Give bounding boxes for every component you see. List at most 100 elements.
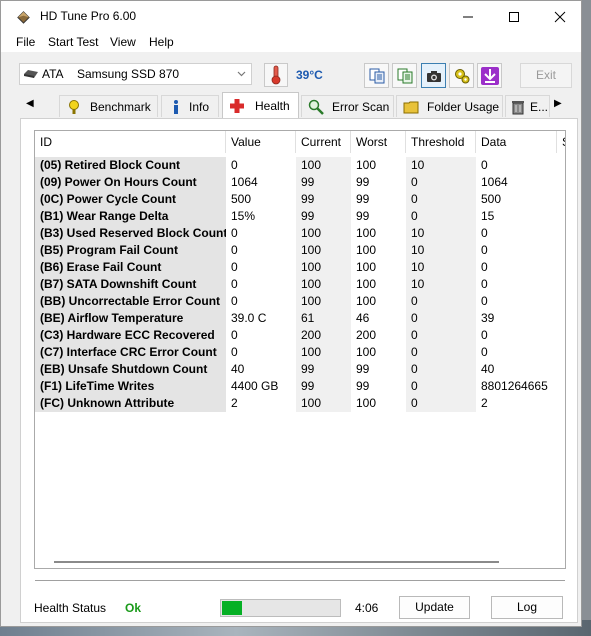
table-row[interactable]: (EB) Unsafe Shutdown Count 40 99 99 0 40 xyxy=(35,361,565,378)
table-row[interactable]: (BE) Airflow Temperature 39.0 C 61 46 0 39 xyxy=(35,310,565,327)
camera-icon xyxy=(426,70,441,82)
table-row[interactable]: (09) Power On Hours Count 1064 99 99 0 1064 xyxy=(35,174,565,191)
table-row[interactable]: (FC) Unknown Attribute 2 100 100 0 2 xyxy=(35,395,565,412)
status-cell xyxy=(557,344,565,361)
table-cell: 0 xyxy=(481,260,488,274)
progress-fill xyxy=(222,601,242,615)
column-header-value[interactable]: Value xyxy=(226,131,296,153)
menu-help[interactable]: Help xyxy=(149,35,174,49)
column-header-id[interactable]: ID xyxy=(35,131,226,153)
scrollbar-thumb[interactable] xyxy=(54,561,499,563)
tab-erase[interactable]: E... xyxy=(505,95,550,117)
status-cell xyxy=(557,395,565,412)
table-cell: (B1) Wear Range Delta xyxy=(35,208,226,225)
table-row[interactable]: (0C) Power Cycle Count 500 99 99 0 500 xyxy=(35,191,565,208)
table-cell: 40 xyxy=(231,362,245,376)
table-cell: 0 xyxy=(406,310,476,327)
tab-scroll-right-icon[interactable]: ▶ xyxy=(554,98,562,109)
menu-file[interactable]: File xyxy=(16,35,35,49)
save-button[interactable] xyxy=(477,63,502,88)
table-cell: (BE) Airflow Temperature xyxy=(35,310,226,327)
table-cell: (B5) Program Fail Count xyxy=(35,242,226,259)
table-cell: 100 xyxy=(356,158,377,172)
table-row[interactable]: (B3) Used Reserved Block Count 0 100 100 10 0 xyxy=(35,225,565,242)
drive-name: Samsung SSD 870 xyxy=(77,67,180,81)
table-cell: (05) Retired Block Count xyxy=(35,157,226,174)
drive-select[interactable]: ATA Samsung SSD 870 xyxy=(19,63,252,85)
column-header-worst[interactable]: Worst xyxy=(351,131,406,153)
update-button[interactable]: Update xyxy=(399,596,470,619)
table-cell: 99 xyxy=(296,191,351,208)
table-cell: 100 xyxy=(356,226,377,240)
tab-folder-usage[interactable]: Folder Usage xyxy=(396,95,503,117)
tab-scroll-left-icon[interactable]: ◀ xyxy=(26,98,34,109)
table-row[interactable]: (C3) Hardware ECC Recovered 0 200 200 0 0 xyxy=(35,327,565,344)
tab-info[interactable]: Info xyxy=(161,95,219,117)
column-header-data[interactable]: Data xyxy=(476,131,557,153)
options-button[interactable] xyxy=(449,63,474,88)
status-cell xyxy=(557,276,565,293)
copy-info-button[interactable] xyxy=(364,63,389,88)
table-cell: (B6) Erase Fail Count xyxy=(35,259,226,276)
table-cell: 99 xyxy=(296,378,351,395)
table-cell: 10 xyxy=(406,225,476,242)
table-cell: 100 xyxy=(296,344,351,361)
table-row[interactable]: (B7) SATA Downshift Count 0 100 100 10 0 xyxy=(35,276,565,293)
table-cell: 0 xyxy=(231,294,238,308)
maximize-icon xyxy=(509,11,519,22)
table-cell: 0 xyxy=(481,158,488,172)
table-cell: (C7) Interface CRC Error Count xyxy=(35,344,226,361)
close-button[interactable] xyxy=(537,1,583,32)
column-header-current[interactable]: Current xyxy=(296,131,351,153)
status-cell xyxy=(557,361,565,378)
table-row[interactable]: (B1) Wear Range Delta 15% 99 99 0 15 xyxy=(35,208,565,225)
menu-start-test[interactable]: Start Test xyxy=(48,35,98,49)
app-window: HD Tune Pro 6.00 File Start Test View He… xyxy=(0,0,582,627)
minimize-button[interactable] xyxy=(445,1,491,32)
table-cell: 0 xyxy=(481,328,488,342)
tab-label: Info xyxy=(189,100,210,114)
table-cell: 0 xyxy=(406,174,476,191)
folder-icon xyxy=(403,101,419,114)
table-cell: 39 xyxy=(481,311,495,325)
exit-button[interactable]: Exit xyxy=(520,63,572,88)
menu-view[interactable]: View xyxy=(110,35,136,49)
drive-icon xyxy=(24,70,38,78)
table-cell: 200 xyxy=(356,328,377,342)
table-row[interactable]: (B6) Erase Fail Count 0 100 100 10 0 xyxy=(35,259,565,276)
health-icon xyxy=(230,99,244,113)
screenshot-button[interactable] xyxy=(421,63,446,88)
table-row[interactable]: (F1) LifeTime Writes 4400 GB 99 99 0 88012646… xyxy=(35,378,565,395)
column-header-status[interactable]: S xyxy=(557,131,565,153)
column-header-threshold[interactable]: Threshold xyxy=(406,131,476,153)
table-cell: 0 xyxy=(406,361,476,378)
table-cell: 40 xyxy=(481,362,495,376)
smart-attributes-table[interactable]: ID Value Current Worst Threshold Data S … xyxy=(34,130,566,569)
tab-error-scan[interactable]: Error Scan xyxy=(301,95,394,117)
status-cell xyxy=(557,259,565,276)
magnifier-icon xyxy=(308,99,324,115)
status-cell xyxy=(557,157,565,174)
tab-health[interactable]: Health xyxy=(222,92,299,118)
tab-label: Benchmark xyxy=(90,100,151,114)
table-row[interactable]: (C7) Interface CRC Error Count 0 100 100 0 0 xyxy=(35,344,565,361)
table-cell: 100 xyxy=(356,345,377,359)
table-cell: 99 xyxy=(356,379,370,393)
table-row[interactable]: (BB) Uncorrectable Error Count 0 100 100 0 0 xyxy=(35,293,565,310)
tab-benchmark[interactable]: Benchmark xyxy=(59,95,158,117)
table-cell: 0 xyxy=(406,208,476,225)
maximize-button[interactable] xyxy=(491,1,537,32)
app-icon xyxy=(17,11,30,24)
table-row[interactable]: (B5) Program Fail Count 0 100 100 10 0 xyxy=(35,242,565,259)
copy-all-button[interactable] xyxy=(392,63,417,88)
table-cell: 1064 xyxy=(231,175,258,189)
tab-label: Folder Usage xyxy=(427,100,500,114)
horizontal-scrollbar[interactable] xyxy=(36,556,564,567)
table-row[interactable]: (05) Retired Block Count 0 100 100 10 0 xyxy=(35,157,565,174)
table-cell: (FC) Unknown Attribute xyxy=(35,395,226,412)
table-cell: 100 xyxy=(296,293,351,310)
log-button[interactable]: Log xyxy=(491,596,563,619)
table-cell: 0 xyxy=(231,345,238,359)
table-cell: (C3) Hardware ECC Recovered xyxy=(35,327,226,344)
table-cell: 99 xyxy=(356,362,370,376)
